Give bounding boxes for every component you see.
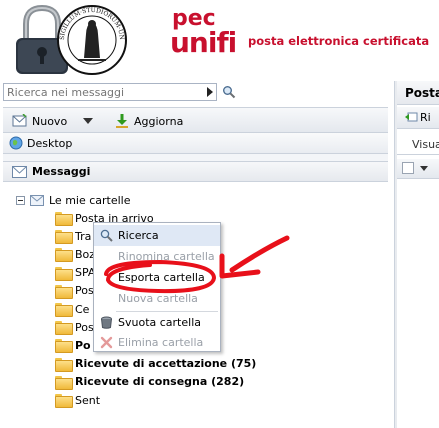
folder-item[interactable]: SPA (55, 265, 95, 281)
menu-item-delete-label: Elimina cartella (118, 336, 204, 349)
select-dropdown-caret-icon[interactable] (420, 166, 428, 171)
messages-table-header (397, 159, 439, 179)
menu-item-rename-folder[interactable]: Rinomina cartella (94, 246, 220, 267)
folder-item-label: Tra (75, 229, 92, 243)
new-button[interactable]: Nuovo (12, 112, 67, 130)
folder-item-label: Sent (75, 393, 101, 407)
folder-item-label: Po (75, 338, 91, 352)
folder-item[interactable]: Po (55, 337, 91, 354)
desktop-label: Desktop (27, 136, 73, 150)
messages-label: Messaggi (32, 165, 91, 178)
panel-gap (3, 154, 388, 161)
folder-icon (55, 212, 73, 226)
refresh-button-label: Aggiorna (134, 114, 184, 128)
menu-item-delete-folder[interactable]: Elimina cartella (94, 332, 220, 353)
menu-item-rename-label: Rinomina cartella (118, 250, 215, 263)
reply-button[interactable]: Ri (397, 107, 439, 129)
view-selector[interactable]: Visua (397, 133, 439, 155)
magnifier-icon[interactable] (222, 85, 236, 99)
spam-icon (55, 266, 73, 281)
folder-item-label: Pos (75, 284, 94, 298)
refresh-download-icon (116, 114, 128, 128)
logo-tagline: posta elettronica certificata (248, 34, 430, 48)
university-seal-padlock-logo: SIGILLUM·STUDIORUM·UNIVERSITATIS (8, 2, 127, 75)
reply-arrow-icon (405, 112, 418, 122)
messages-panel: Posta Ri Visua (397, 81, 439, 428)
menu-item-export-label: Esporta cartella (118, 271, 205, 284)
folder-item[interactable]: Sent (55, 392, 100, 408)
envelope-icon (12, 165, 27, 178)
logo-unifi: unifi (170, 26, 237, 59)
tree-root-label: Le mie cartelle (49, 194, 131, 207)
folder-context-menu: Ricerca Rinomina cartella Esporta cartel… (93, 222, 221, 352)
folder-item[interactable]: Pos (55, 319, 94, 336)
new-dropdown-caret-icon[interactable] (83, 118, 93, 124)
new-button-label: Nuovo (32, 114, 68, 128)
menu-item-search[interactable]: Ricerca (94, 225, 220, 246)
folder-icon (55, 394, 73, 408)
messages-panel-title: Posta (397, 81, 439, 105)
menu-item-new-label: Nuova cartella (118, 292, 198, 305)
desktop-globe-icon (9, 136, 23, 150)
folder-item[interactable]: Ricevute di consegna (282) (55, 374, 244, 390)
header: SIGILLUM·STUDIORUM·UNIVERSITATIS pec uni… (0, 0, 439, 80)
folder-icon (55, 321, 73, 336)
refresh-button[interactable]: Aggiorna (114, 112, 183, 130)
search-box (3, 83, 217, 101)
delete-x-icon (100, 336, 113, 349)
menu-item-search-label: Ricerca (118, 229, 159, 242)
menu-item-empty-label: Svuota cartella (118, 316, 201, 329)
search-icon (100, 229, 113, 242)
webmail-page: SIGILLUM·STUDIORUM·UNIVERSITATIS pec uni… (0, 0, 439, 428)
menu-item-export-folder[interactable]: Esporta cartella (94, 267, 220, 288)
menu-item-new-folder[interactable]: Nuova cartella (94, 288, 220, 309)
select-all-checkbox[interactable] (402, 162, 414, 174)
tree-root-my-folders[interactable]: Le mie cartelle (16, 194, 131, 207)
folder-icon (55, 339, 73, 354)
new-mail-icon (12, 114, 27, 127)
search-options-arrow-icon[interactable] (207, 87, 213, 97)
folder-icon (55, 375, 73, 390)
folder-item-label: Ricevute di accettazione (75) (75, 357, 257, 371)
folder-item[interactable]: Boz (55, 246, 95, 263)
messages-header[interactable]: Messaggi (3, 161, 388, 182)
menu-item-empty-folder[interactable]: Svuota cartella (94, 312, 220, 333)
mailbox-envelope-icon (30, 195, 44, 206)
empty-bin-icon (101, 316, 112, 329)
folder-item-label: Ricevute di consegna (282) (75, 375, 245, 389)
folder-toolbar: Nuovo Aggiorna (3, 107, 388, 133)
search-input[interactable] (4, 84, 200, 100)
folder-icon (55, 357, 73, 372)
folder-item-label: Pos (75, 320, 94, 334)
folder-icon (55, 230, 73, 245)
folder-item-label: Ce (75, 302, 90, 316)
folder-item[interactable]: Pos (55, 283, 94, 299)
collapse-icon[interactable] (16, 196, 25, 205)
desktop-link[interactable]: Desktop (3, 133, 388, 154)
folder-item[interactable]: Tra (55, 228, 92, 245)
drafts-icon (55, 248, 73, 263)
trash-icon (55, 303, 73, 317)
reply-button-label: Ri (420, 111, 431, 124)
folder-item[interactable]: Ce (55, 301, 89, 317)
outbox-icon (55, 284, 73, 299)
folder-item[interactable]: Ricevute di accettazione (75) (55, 356, 256, 372)
